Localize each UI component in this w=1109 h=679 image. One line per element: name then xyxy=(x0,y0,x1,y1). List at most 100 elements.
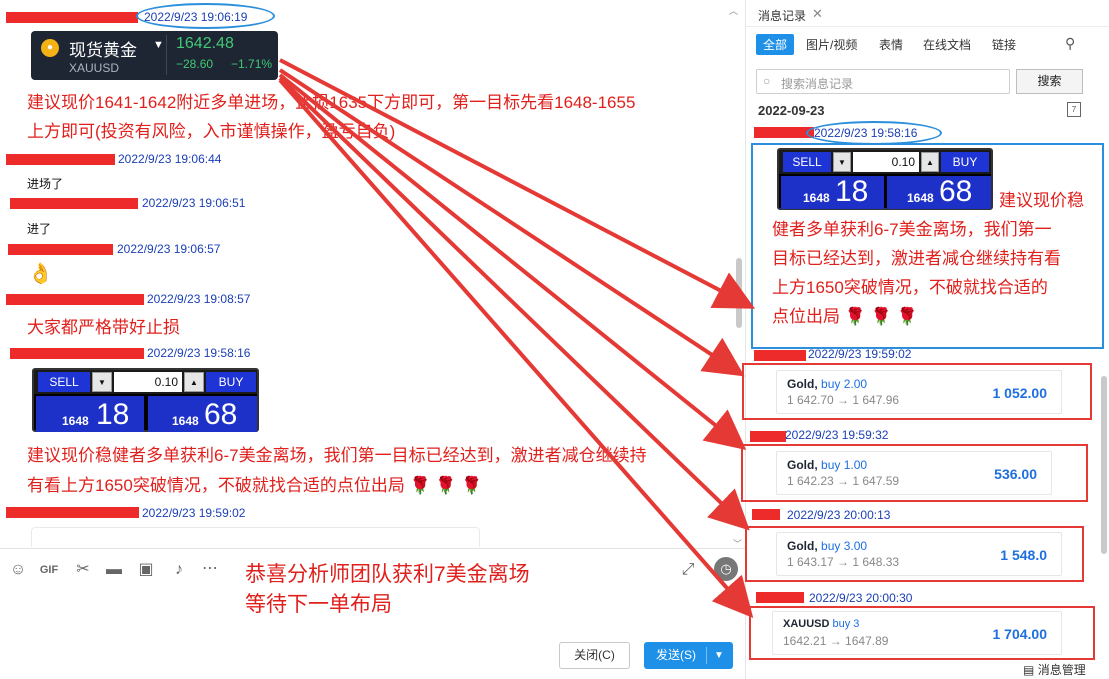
message-card-preview xyxy=(31,527,480,547)
panel-advice-line4: 上方1650突破情况，不破就找合适的 xyxy=(772,278,1048,297)
quote-symbol: XAUUSD xyxy=(69,61,120,75)
highlight-ellipse xyxy=(806,121,942,145)
trade-result-card[interactable]: Gold, buy 2.00 1 642.70 → 1 647.96 1 052… xyxy=(776,370,1062,414)
redacted-name xyxy=(8,244,113,255)
message-text: 进了 xyxy=(27,222,52,236)
message-timestamp: 2022/9/23 19:59:02 xyxy=(808,347,912,361)
message-timestamp: 2022/9/23 19:58:16 xyxy=(147,346,251,360)
redacted-name xyxy=(6,507,139,518)
chevron-down-icon[interactable]: ▼ xyxy=(153,39,164,51)
filter-icon[interactable]: ⚲ xyxy=(1065,35,1075,52)
sell-button[interactable]: SELL xyxy=(783,152,831,172)
buy-button[interactable]: BUY xyxy=(206,372,256,392)
tab-media[interactable]: 图片/视频 xyxy=(806,36,857,53)
tab-docs[interactable]: 在线文档 xyxy=(923,36,971,53)
redacted-name xyxy=(752,509,780,520)
close-button[interactable]: 关闭(C) xyxy=(559,642,630,669)
redacted-name xyxy=(6,294,144,305)
gold-quote-card[interactable]: ● 现货黄金 ▼ XAUUSD 1642.48 −28.60 −1.71% xyxy=(31,31,278,80)
buy-price[interactable]: 1648 68 xyxy=(887,175,991,209)
quote-price: 1642.48 xyxy=(176,35,234,52)
message-timestamp: 2022/9/23 19:06:51 xyxy=(142,196,246,210)
redacted-name xyxy=(754,350,806,361)
redacted-name xyxy=(6,154,115,165)
search-button[interactable]: 搜索 xyxy=(1016,69,1083,94)
message-history-panel: 消息记录 ✕ 全部 图片/视频 表情 在线文档 链接 ⚲ ○ 搜索消息记录 搜索… xyxy=(741,0,1109,679)
highlight-ellipse xyxy=(136,3,275,29)
mute-bell-icon[interactable]: ♪ xyxy=(168,559,190,581)
sell-price[interactable]: 1648 18 xyxy=(781,175,884,209)
redacted-name xyxy=(10,348,144,359)
panel-advice-line3: 目标已经达到，激进者减仓继续持有看 xyxy=(772,249,1061,268)
quote-name: 现货黄金 xyxy=(69,41,137,60)
buy-price[interactable]: 1648 68 xyxy=(148,396,257,432)
sell-button[interactable]: SELL xyxy=(38,372,90,392)
overlay-congrats-line2: 等待下一单布局 xyxy=(245,593,392,616)
message-timestamp: 2022/9/23 19:08:57 xyxy=(147,292,251,306)
send-options-chevron-icon[interactable]: ▼ xyxy=(714,642,724,669)
redacted-name xyxy=(754,127,814,138)
manage-messages-link[interactable]: ▤ 消息管理 xyxy=(1023,661,1086,678)
decrease-lot-button[interactable]: ▼ xyxy=(92,372,112,392)
decrease-lot-button[interactable]: ▼ xyxy=(833,152,851,172)
scroll-up-icon[interactable]: ︿ xyxy=(729,4,738,17)
divider xyxy=(166,35,167,75)
exit-advice-line1: 建议现价稳健者多单获利6-7美金离场，我们第一目标已经达到，激进者减仓继续持 xyxy=(27,446,647,465)
expand-icon[interactable]: ⤢ xyxy=(677,559,699,581)
exit-advice-line2: 有看上方1650突破情况，不破就找合适的点位出局 🌹 🌹 🌹 xyxy=(27,476,483,495)
close-icon[interactable]: ✕ xyxy=(812,6,823,22)
image-icon[interactable]: ▣ xyxy=(135,559,157,581)
panel-advice-line1: 建议现价稳 xyxy=(999,191,1084,210)
calendar-icon[interactable]: 7 xyxy=(1067,102,1081,117)
emoji-icon[interactable]: ☺ xyxy=(7,559,29,581)
quote-change-pct: −1.71% xyxy=(231,57,273,71)
gif-icon[interactable]: GIF xyxy=(38,559,60,581)
quote-change: −28.60 xyxy=(176,57,214,71)
message-text: 大家都严格带好止损 xyxy=(27,318,180,337)
panel-advice-line5: 点位出局 🌹 🌹 🌹 xyxy=(772,307,918,326)
trade-result-card[interactable]: Gold, buy 1.00 1 642.23 → 1 647.59 536.0… xyxy=(776,451,1052,495)
message-timestamp: 2022/9/23 20:00:30 xyxy=(809,591,913,605)
history-clock-icon[interactable]: ◷ xyxy=(714,557,738,581)
redacted-name xyxy=(756,592,804,603)
message-timestamp: 2022/9/23 19:06:44 xyxy=(118,152,222,166)
chat-bubble-icon: ▤ xyxy=(1023,663,1035,677)
tab-links[interactable]: 链接 xyxy=(992,36,1016,53)
entry-advice-line2: 上方即可(投资有风险，入市谨慎操作，盈亏自负) xyxy=(27,122,396,141)
tab-stickers[interactable]: 表情 xyxy=(879,36,903,53)
lot-input[interactable]: 0.10 xyxy=(853,152,919,172)
more-icon[interactable]: ⋯ xyxy=(199,558,221,580)
sell-price[interactable]: 1648 18 xyxy=(36,396,144,432)
increase-lot-button[interactable]: ▲ xyxy=(184,372,204,392)
chat-scrollbar[interactable] xyxy=(736,258,742,328)
message-timestamp: 2022/9/23 19:06:57 xyxy=(117,242,221,256)
trade-ticket[interactable]: SELL ▼ 0.10 ▲ BUY 1648 18 1648 68 xyxy=(32,368,259,432)
message-text: 进场了 xyxy=(27,177,64,191)
message-timestamp: 2022/9/23 20:00:13 xyxy=(787,508,891,522)
increase-lot-button[interactable]: ▲ xyxy=(921,152,939,172)
scissors-icon[interactable]: ✂ xyxy=(72,559,94,581)
trade-result-card[interactable]: Gold, buy 3.00 1 643.17 → 1 648.33 1 548… xyxy=(776,532,1062,576)
redacted-name xyxy=(750,431,786,442)
divider xyxy=(746,26,1109,27)
lot-input[interactable]: 0.10 xyxy=(114,372,182,392)
redacted-name xyxy=(10,198,138,209)
overlay-congrats-line1: 恭喜分析师团队获利7美金离场 xyxy=(245,563,530,586)
message-timestamp: 2022/9/23 19:59:02 xyxy=(142,506,246,520)
search-input[interactable]: ○ 搜索消息记录 xyxy=(756,69,1010,94)
tab-all[interactable]: 全部 xyxy=(756,34,795,55)
panel-title: 消息记录 xyxy=(758,9,807,23)
date-header: 2022-09-23 xyxy=(758,103,825,118)
trade-ticket[interactable]: SELL ▼ 0.10 ▲ BUY 1648 18 1648 68 xyxy=(777,148,993,210)
buy-button[interactable]: BUY xyxy=(941,152,989,172)
gold-coin-icon: ● xyxy=(41,39,59,57)
trade-result-card[interactable]: XAUUSD buy 3 1642.21 → 1647.89 1 704.00 xyxy=(772,611,1062,655)
panel-scrollbar[interactable] xyxy=(1101,376,1107,554)
ok-hand-emoji: 👌 xyxy=(28,263,53,285)
message-timestamp: 2022/9/23 19:59:32 xyxy=(785,428,889,442)
entry-advice-line1: 建议现价1641-1642附近多单进场，止损1635下方即可，第一目标先看164… xyxy=(27,93,636,112)
send-button[interactable]: 发送(S) ▼ xyxy=(644,642,733,669)
folder-icon[interactable]: ▬ xyxy=(103,559,125,581)
redacted-name xyxy=(6,12,138,23)
chat-pane: 2022/9/23 19:06:19 ● 现货黄金 ▼ XAUUSD 1642.… xyxy=(0,0,745,549)
